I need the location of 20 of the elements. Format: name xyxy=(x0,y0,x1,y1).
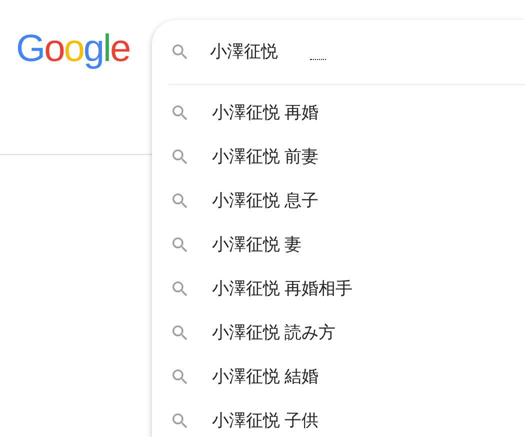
suggestion-item[interactable]: 小澤征悦 再婚相手 xyxy=(212,276,353,302)
suggestion-item[interactable]: 小澤征悦 息子 xyxy=(212,188,319,214)
search-icon xyxy=(170,147,190,167)
ime-underline-mark xyxy=(310,58,326,60)
search-icon xyxy=(170,42,190,62)
suggestion-item[interactable]: 小澤征悦 読み方 xyxy=(212,320,336,346)
suggestion-item[interactable]: 小澤征悦 子供 xyxy=(212,408,319,434)
google-logo[interactable]: Google xyxy=(16,26,130,72)
suggestion-item[interactable]: 小澤征悦 妻 xyxy=(212,232,302,258)
search-field[interactable]: 小澤征悦 xyxy=(210,39,300,65)
search-icon xyxy=(170,103,190,123)
suggestion-item[interactable]: 小澤征悦 前妻 xyxy=(212,144,319,170)
search-icon xyxy=(170,191,190,211)
suggestion-item[interactable]: 小澤征悦 再婚 xyxy=(212,100,319,126)
search-icon xyxy=(170,323,190,343)
search-icon xyxy=(170,367,190,387)
suggestion-item[interactable]: 小澤征悦 結婚 xyxy=(212,364,319,390)
search-icon xyxy=(170,279,190,299)
search-icon xyxy=(170,235,190,255)
search-icon xyxy=(170,411,190,431)
